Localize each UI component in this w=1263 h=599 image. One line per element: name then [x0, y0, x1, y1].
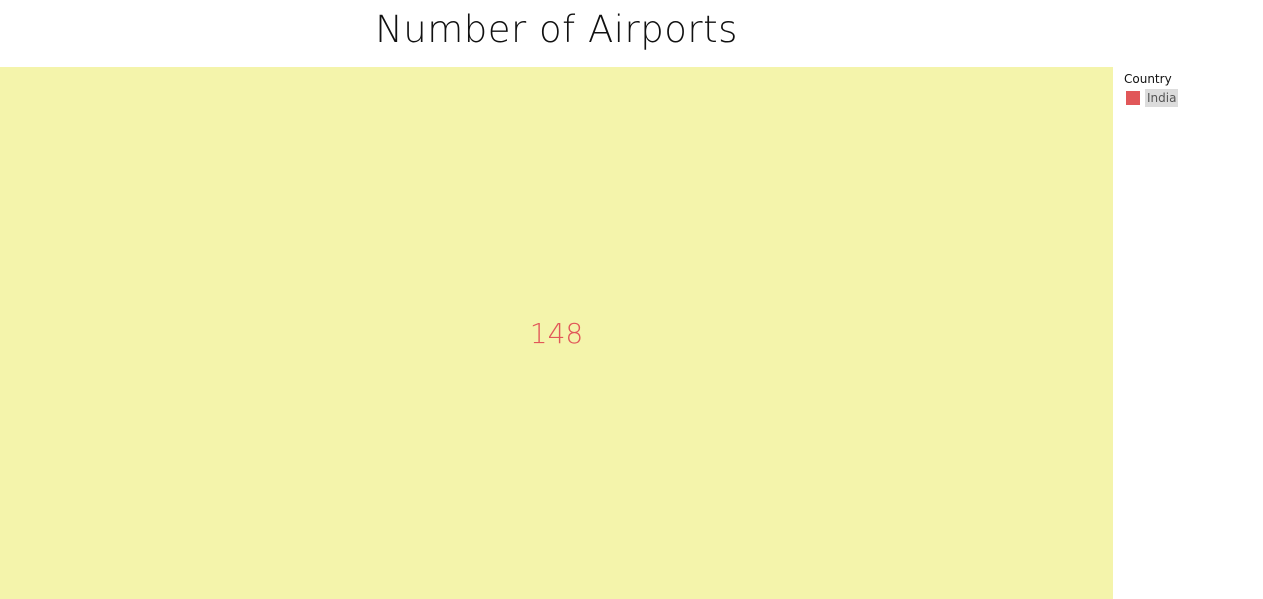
plot-area: 148: [0, 67, 1113, 599]
legend-swatch: [1126, 90, 1140, 105]
treemap-svg: 148: [0, 67, 1113, 599]
chart-title: Number of Airports: [375, 8, 738, 51]
legend-item-india[interactable]: India: [1124, 88, 1254, 107]
treemap-cell-value-label: 148: [530, 317, 583, 350]
legend-title: Country: [1124, 72, 1172, 86]
legend-label: India: [1145, 88, 1179, 107]
legend: Country India: [1124, 71, 1254, 107]
chart-page: Number of Airports 148 Country India: [0, 0, 1263, 599]
